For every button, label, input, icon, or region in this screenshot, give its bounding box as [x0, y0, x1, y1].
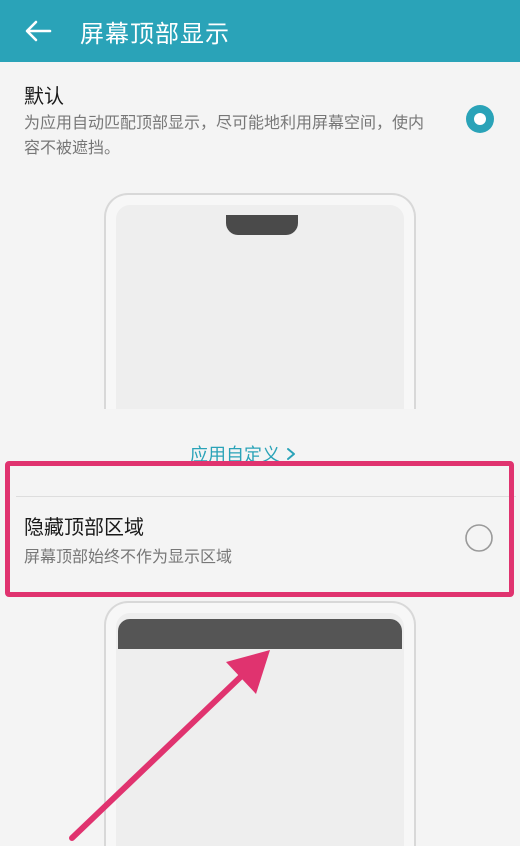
- app-bar: 屏幕顶部显示: [0, 0, 520, 62]
- option-default-description: 为应用自动匹配顶部显示，尽可能地利用屏幕空间，使内容不被遮挡。: [24, 113, 425, 157]
- back-button[interactable]: [8, 0, 68, 62]
- phone-notch: [226, 215, 298, 235]
- radio-unchecked-icon[interactable]: [464, 523, 494, 553]
- chevron-right-icon: [287, 448, 295, 460]
- phone-screen: [116, 205, 404, 409]
- phone-preview-default: [104, 193, 416, 409]
- option-default[interactable]: 默认 为应用自动匹配顶部显示，尽可能地利用屏幕空间，使内容不被遮挡。: [0, 62, 520, 172]
- arrow-left-icon: [25, 20, 52, 42]
- phone-hidden-top-bar: [118, 619, 402, 649]
- option-hide-top[interactable]: 隐藏顶部区域 屏幕顶部始终不作为显示区域: [0, 497, 520, 587]
- radio-checked-icon[interactable]: [463, 102, 497, 136]
- phone-preview-hide-top: [104, 601, 416, 846]
- page-title: 屏幕顶部显示: [80, 19, 230, 48]
- option-default-title: 默认: [24, 84, 64, 108]
- option-hide-top-title: 隐藏顶部区域: [24, 515, 144, 539]
- option-hide-top-description: 屏幕顶部始终不作为显示区域: [24, 547, 233, 566]
- app-custom-link-label: 应用自定义: [190, 445, 280, 466]
- app-custom-link[interactable]: 应用自定义: [190, 441, 298, 467]
